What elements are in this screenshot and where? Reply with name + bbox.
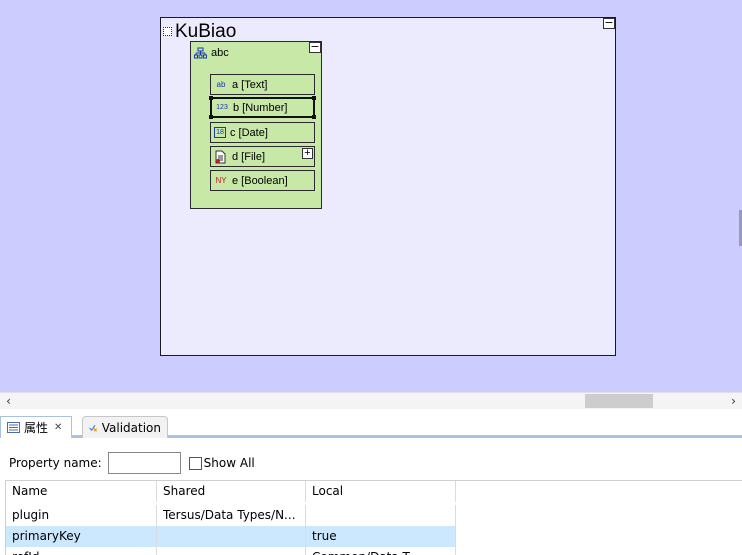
diagram-collapse-button[interactable]: − [603, 17, 615, 29]
property-name-input[interactable] [107, 452, 181, 474]
selection-handle[interactable] [209, 115, 213, 119]
cell-shared [157, 526, 306, 547]
diagram-title: KuBiao [175, 21, 237, 42]
table-row[interactable]: primaryKey true [6, 526, 456, 547]
tab-label: Validation [101, 420, 161, 435]
diagram-frame[interactable]: KuBiao − abc − ab a [Text] 123 b [Number… [160, 17, 616, 356]
show-all-checkbox[interactable] [188, 456, 202, 470]
cell-shared: Tersus/Data Types/N... [157, 505, 306, 526]
cell-local[interactable] [306, 505, 456, 526]
cell-local[interactable]: true [306, 526, 456, 547]
cell-name: plugin [6, 505, 157, 526]
field-b-number[interactable]: 123 b [Number] [209, 96, 316, 119]
validation-icon [89, 424, 98, 432]
data-structure-abc[interactable]: abc − ab a [Text] 123 b [Number] 18 c [D… [190, 41, 322, 209]
element-header: abc [194, 45, 229, 61]
field-label: c [Date] [230, 126, 268, 139]
view-tab-bar: 属性 ✕ Validation [0, 414, 742, 438]
boolean-type-icon: NY [215, 175, 227, 185]
field-label: b [Number] [233, 101, 288, 114]
show-all-label: Show All [203, 456, 255, 470]
horizontal-scrollbar[interactable]: ‹ › [0, 392, 742, 409]
field-label: a [Text] [232, 78, 268, 91]
scroll-left-arrow-icon[interactable]: ‹ [0, 393, 17, 409]
field-label: d [File] [232, 150, 266, 163]
table-row[interactable]: plugin Tersus/Data Types/N... [6, 505, 456, 526]
file-type-icon [215, 150, 226, 163]
field-c-date[interactable]: 18 c [Date] [210, 122, 315, 143]
selection-handle[interactable] [312, 96, 316, 100]
tab-properties[interactable]: 属性 ✕ [0, 416, 72, 438]
properties-icon [7, 422, 20, 433]
property-filter-row: Property name: Show All [0, 450, 742, 476]
tab-validation[interactable]: Validation [82, 416, 168, 438]
data-structure-icon [194, 47, 207, 58]
selection-handle[interactable] [209, 96, 213, 100]
element-name: abc [211, 47, 229, 59]
date-type-icon: 18 [214, 127, 226, 138]
field-a-text[interactable]: ab a [Text] [210, 74, 315, 95]
cell-local[interactable]: Common/Data T... [306, 547, 456, 555]
expand-button[interactable]: + [302, 148, 313, 159]
field-e-boolean[interactable]: NY e [Boolean] [210, 170, 315, 191]
text-type-icon: ab [216, 79, 226, 89]
cell-name: primaryKey [6, 526, 157, 547]
property-name-label: Property name: [9, 456, 102, 470]
number-type-icon: 123 [216, 103, 228, 111]
properties-table: Name Shared Local plugin Tersus/Data Typ… [5, 480, 742, 555]
table-header: Name Shared Local [6, 481, 456, 502]
field-label: e [Boolean] [232, 174, 288, 187]
field-d-file[interactable]: d [File] + [210, 146, 315, 167]
diagram-canvas[interactable]: KuBiao − abc − ab a [Text] 123 b [Number… [0, 0, 742, 392]
table-row[interactable]: refId Common/Data T... [6, 547, 456, 555]
close-icon[interactable]: ✕ [54, 422, 62, 433]
column-header-local[interactable]: Local [306, 481, 456, 502]
column-header-shared[interactable]: Shared [157, 481, 306, 502]
diagram-checkbox-icon [163, 27, 172, 36]
scrollbar-thumb[interactable] [585, 394, 653, 408]
cell-shared [157, 547, 306, 555]
selection-handle[interactable] [312, 115, 316, 119]
tab-label: 属性 [24, 421, 49, 435]
scroll-right-arrow-icon[interactable]: › [725, 393, 742, 409]
cell-name: refId [6, 547, 157, 555]
element-collapse-button[interactable]: − [309, 41, 321, 53]
column-header-name[interactable]: Name [6, 481, 157, 502]
